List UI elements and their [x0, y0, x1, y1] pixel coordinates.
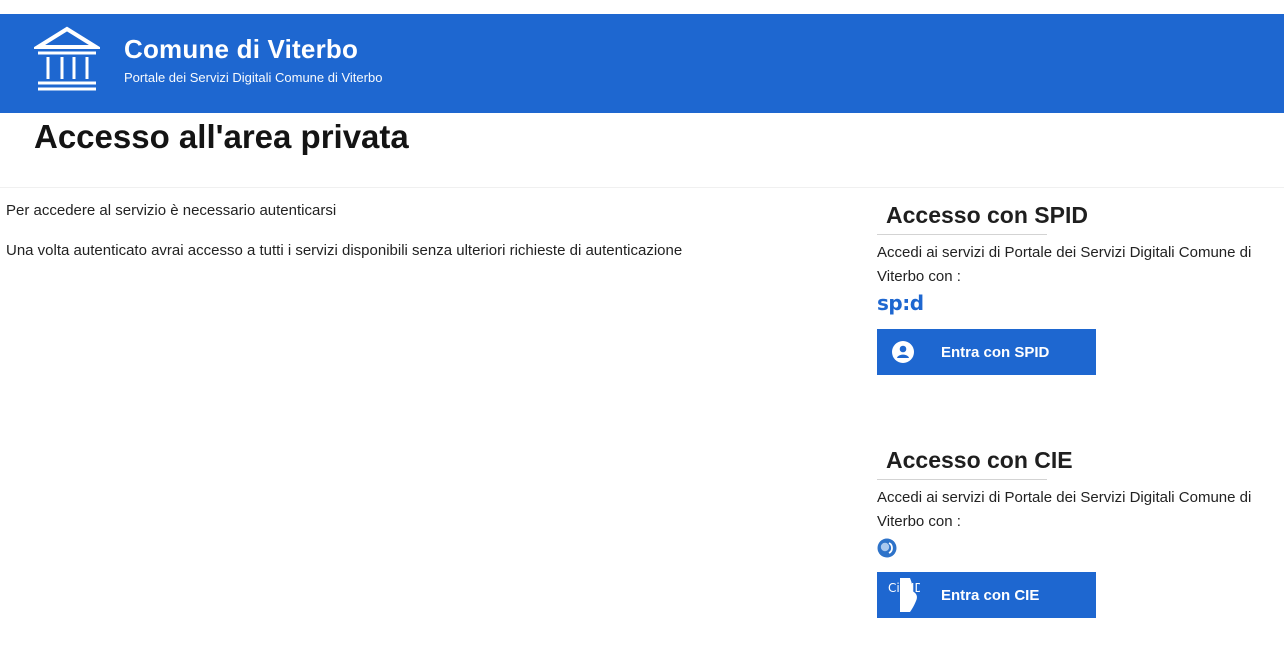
- site-title[interactable]: Comune di Viterbo: [124, 34, 358, 65]
- user-icon: [877, 329, 929, 375]
- intro-text: Per accedere al servizio è necessario au…: [6, 202, 836, 282]
- cie-login-button[interactable]: Cie ID Entra con CIE: [877, 572, 1096, 618]
- spid-section: Accesso con SPID Accedi ai servizi di Po…: [877, 200, 1277, 375]
- spid-button-label: Entra con SPID: [941, 343, 1050, 361]
- cie-id-icon: Cie ID: [877, 572, 929, 618]
- top-strip: [0, 0, 1284, 14]
- intro-line-2: Una volta autenticato avrai accesso a tu…: [6, 242, 683, 259]
- site-subtitle: Portale dei Servizi Digitali Comune di V…: [124, 70, 383, 85]
- svg-text:Cie ID: Cie ID: [888, 581, 920, 595]
- page-title: Accesso all'area privata: [34, 118, 409, 155]
- cie-icon: [877, 538, 897, 558]
- spid-description: Accedi ai servizi di Portale dei Servizi…: [877, 244, 1252, 285]
- cie-button-label: Entra con CIE: [941, 586, 1040, 604]
- cie-heading: Accesso con CIE: [877, 445, 1073, 480]
- town-hall-icon[interactable]: [30, 25, 104, 93]
- intro-line-1: Per accedere al servizio è necessario au…: [6, 202, 337, 219]
- site-header: Comune di Viterbo Portale dei Servizi Di…: [0, 14, 1284, 113]
- cie-section: Accesso con CIE Accedi ai servizi di Por…: [877, 445, 1277, 618]
- cie-description: Accedi ai servizi di Portale dei Servizi…: [877, 489, 1252, 530]
- spid-heading: Accesso con SPID: [877, 200, 1088, 235]
- spid-login-button[interactable]: Entra con SPID: [877, 329, 1096, 375]
- spid-logo: sp:d: [877, 291, 924, 315]
- main-content: Per accedere al servizio è necessario au…: [0, 187, 1284, 645]
- login-options: Accesso con SPID Accedi ai servizi di Po…: [877, 200, 1277, 618]
